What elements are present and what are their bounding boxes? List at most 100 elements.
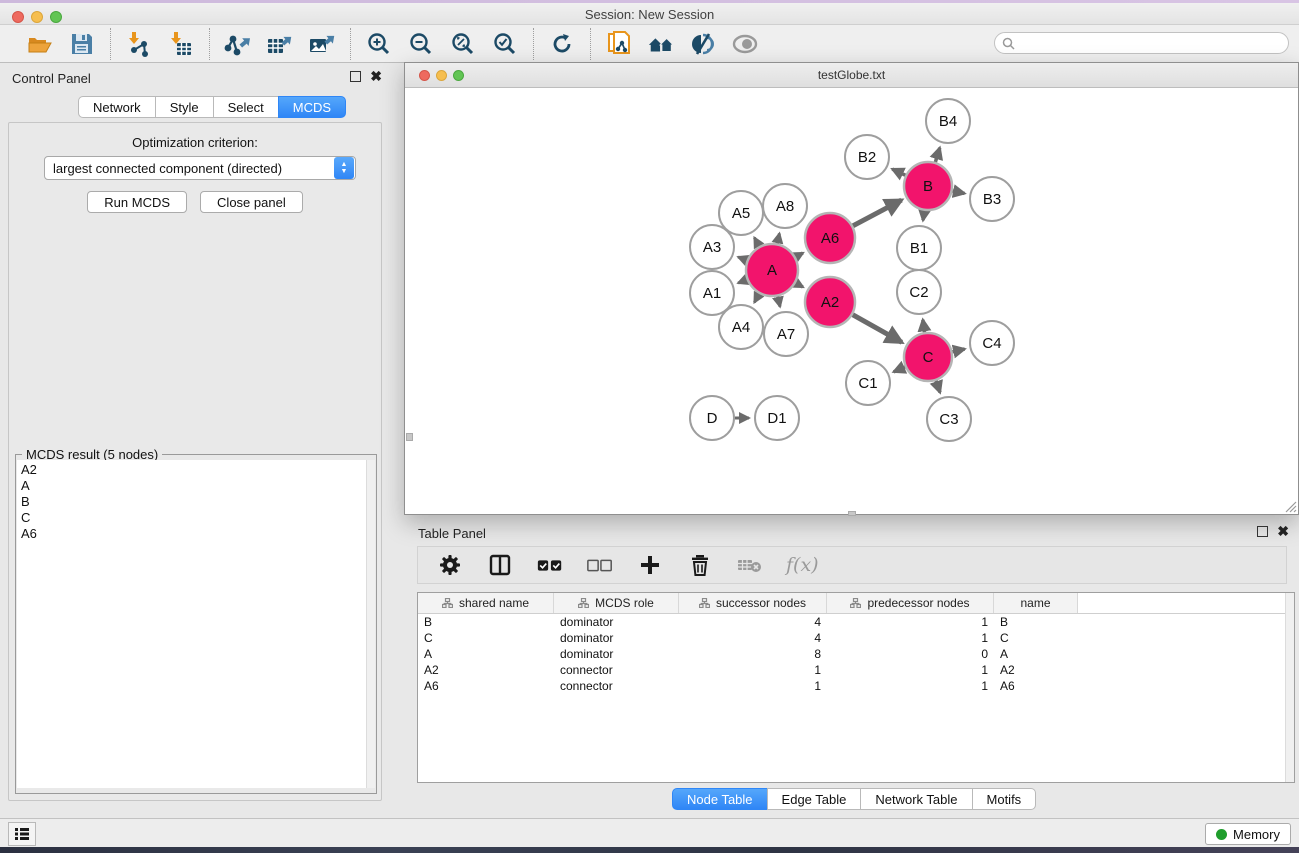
graph-edge[interactable]	[754, 238, 759, 247]
tab-style[interactable]: Style	[155, 96, 214, 118]
graph-edge[interactable]	[738, 257, 747, 260]
close-table-panel-icon[interactable]: ✖	[1277, 526, 1289, 537]
graph-node[interactable]: A5	[719, 191, 763, 235]
select-all-checkboxes-icon[interactable]	[536, 551, 564, 579]
add-column-icon[interactable]	[636, 551, 664, 579]
graph-edge[interactable]	[853, 315, 902, 343]
graph-edge[interactable]	[923, 320, 925, 333]
tab-select[interactable]: Select	[213, 96, 279, 118]
tab-network[interactable]: Network	[78, 96, 156, 118]
search-field[interactable]	[994, 32, 1289, 54]
graph-edge[interactable]	[892, 169, 905, 175]
graph-node[interactable]: A3	[690, 225, 734, 269]
table-row[interactable]: Cdominator41C	[418, 630, 1294, 646]
zoom-selected-icon[interactable]	[491, 30, 519, 58]
home-icon[interactable]	[647, 30, 675, 58]
mcds-result-list[interactable]: A2ABCA6	[17, 460, 368, 788]
graph-edge[interactable]	[894, 367, 905, 372]
graph-edge[interactable]	[936, 381, 940, 393]
graph-edge[interactable]	[923, 211, 924, 221]
graph-edge[interactable]	[853, 200, 902, 226]
column-header[interactable]: shared name	[418, 593, 554, 613]
graph-node[interactable]: A1	[690, 271, 734, 315]
graph-node[interactable]: D	[690, 396, 734, 440]
graph-edge[interactable]	[738, 280, 747, 283]
result-item[interactable]: B	[21, 494, 368, 510]
tab-node-table[interactable]: Node Table	[672, 788, 768, 810]
graph-edge[interactable]	[778, 296, 780, 306]
export-image-icon[interactable]	[308, 30, 336, 58]
table-row[interactable]: A6connector11A6	[418, 678, 1294, 694]
graph-node[interactable]: A	[746, 244, 798, 296]
result-item[interactable]: C	[21, 510, 368, 526]
network-from-selection-icon[interactable]	[605, 30, 633, 58]
save-session-icon[interactable]	[68, 30, 96, 58]
result-item[interactable]: A	[21, 478, 368, 494]
graph-edge[interactable]	[935, 148, 939, 162]
column-header[interactable]: name	[994, 593, 1078, 613]
network-canvas-svg[interactable]: B4B2BB3A8A5A6A3B1AC2A1A2A4A7C4CC1C3DD1	[406, 89, 1297, 514]
import-table-icon[interactable]	[167, 30, 195, 58]
zoom-fit-icon[interactable]	[449, 30, 477, 58]
graph-node[interactable]: D1	[755, 396, 799, 440]
result-item[interactable]: A2	[21, 462, 368, 478]
graph-edge[interactable]	[754, 294, 759, 303]
float-panel-icon[interactable]	[350, 71, 361, 82]
search-input[interactable]	[1019, 36, 1288, 50]
graph-node[interactable]: C4	[970, 321, 1014, 365]
graph-node[interactable]: B4	[926, 99, 970, 143]
graph-node[interactable]: C	[904, 333, 952, 381]
graph-node[interactable]: A7	[764, 312, 808, 356]
task-history-button[interactable]	[8, 822, 36, 846]
column-header[interactable]: MCDS role	[554, 593, 679, 613]
network-window-titlebar[interactable]: testGlobe.txt	[405, 63, 1298, 88]
tab-motifs[interactable]: Motifs	[972, 788, 1037, 810]
column-header[interactable]: successor nodes	[679, 593, 827, 613]
graph-node[interactable]: C1	[846, 361, 890, 405]
graph-node[interactable]: B3	[970, 177, 1014, 221]
graph-node[interactable]: A4	[719, 305, 763, 349]
graph-node[interactable]: A8	[763, 184, 807, 228]
tab-mcds[interactable]: MCDS	[278, 96, 346, 118]
table-row[interactable]: Bdominator41B	[418, 614, 1294, 630]
graph-node[interactable]: A2	[805, 277, 855, 327]
graph-node[interactable]: B1	[897, 226, 941, 270]
graph-edge[interactable]	[952, 349, 964, 352]
zoom-in-icon[interactable]	[365, 30, 393, 58]
graph-node[interactable]: A6	[805, 213, 855, 263]
function-builder-icon[interactable]: f(x)	[786, 554, 819, 576]
split-view-icon[interactable]	[486, 551, 514, 579]
export-network-icon[interactable]	[224, 30, 252, 58]
graph-edge[interactable]	[796, 283, 803, 287]
canvas-left-handle[interactable]	[406, 433, 413, 441]
canvas-bottom-handle[interactable]	[848, 511, 856, 516]
toggle-graphics-details-icon[interactable]	[689, 30, 717, 58]
graph-node[interactable]: C2	[897, 270, 941, 314]
close-panel-button[interactable]: Close panel	[200, 191, 303, 213]
close-panel-icon[interactable]: ✖	[370, 71, 382, 82]
float-table-panel-icon[interactable]	[1257, 526, 1268, 537]
column-header[interactable]: predecessor nodes	[827, 593, 994, 613]
export-table-icon[interactable]	[266, 30, 294, 58]
deselect-all-checkboxes-icon[interactable]	[586, 551, 614, 579]
result-scrollbar[interactable]	[366, 460, 375, 788]
memory-button[interactable]: Memory	[1205, 823, 1291, 845]
table-row[interactable]: A2connector11A2	[418, 662, 1294, 678]
tab-edge-table[interactable]: Edge Table	[767, 788, 862, 810]
criterion-dropdown[interactable]: largest connected component (directed) ▲…	[44, 156, 356, 180]
graph-node[interactable]: C3	[927, 397, 971, 441]
window-resize-grip[interactable]	[1284, 500, 1297, 513]
graph-edge[interactable]	[777, 233, 779, 243]
result-item[interactable]: A6	[21, 526, 368, 542]
refresh-icon[interactable]	[548, 30, 576, 58]
graph-node[interactable]: B	[904, 162, 952, 210]
delete-column-icon[interactable]	[686, 551, 714, 579]
graph-edge[interactable]	[796, 253, 803, 257]
table-scrollbar[interactable]	[1285, 593, 1294, 782]
tab-network-table[interactable]: Network Table	[860, 788, 972, 810]
gear-icon[interactable]	[436, 551, 464, 579]
open-session-icon[interactable]	[26, 30, 54, 58]
show-hide-icon[interactable]	[731, 30, 759, 58]
graph-edge[interactable]	[952, 191, 964, 193]
table-row[interactable]: Adominator80A	[418, 646, 1294, 662]
